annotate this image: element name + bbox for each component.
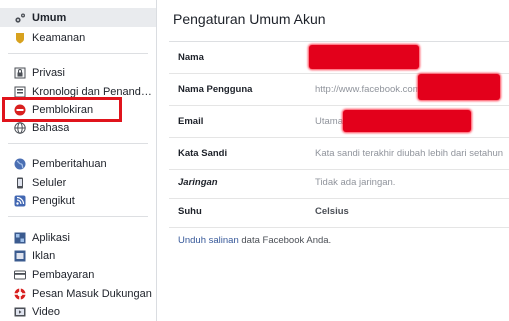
gear-icon (14, 12, 26, 24)
download-copy-link[interactable]: Unduh salinan (178, 235, 239, 246)
sidebar-item-keamanan[interactable]: Keamanan (0, 28, 156, 47)
row-label: Nama (178, 52, 204, 63)
sidebar-item-pesan-masuk-dukungan[interactable]: Pesan Masuk Dukungan (0, 284, 156, 303)
download-copy-text: data Facebook Anda. (238, 235, 332, 246)
shield-icon (14, 32, 26, 44)
ads-icon (14, 250, 26, 262)
sidebar-divider (8, 53, 148, 54)
sidebar-item-aplikasi[interactable]: Aplikasi (0, 228, 156, 247)
globe-icon (14, 121, 26, 134)
settings-row-email[interactable]: Email Utama: (169, 106, 509, 138)
sidebar-item-pembayaran[interactable]: Pembayaran (0, 265, 156, 284)
sidebar-item-privasi[interactable]: Privasi (0, 63, 156, 82)
sidebar-item-label: Pembayaran (32, 268, 95, 281)
row-label: Email (178, 116, 204, 127)
sidebar-item-seluler[interactable]: Seluler (0, 173, 156, 192)
settings-row-jaringan[interactable]: Jaringan Tidak ada jaringan. (169, 167, 509, 199)
sidebar-item-pengikut[interactable]: Pengikut (0, 191, 156, 210)
sidebar-item-label: Seluler (32, 176, 67, 189)
settings-row-suhu[interactable]: Suhu Celsius (169, 196, 509, 228)
settings-content: Pengaturan Umum Akun Nama Nama Pengguna … (157, 0, 509, 321)
video-icon (14, 306, 26, 318)
row-value: Tidak ada jaringan. (315, 177, 396, 188)
lifebuoy-icon (14, 288, 26, 300)
row-value: Celsius (315, 206, 349, 217)
row-label: Suhu (178, 206, 202, 217)
sidebar-item-label: Pemberitahuan (32, 157, 107, 170)
row-label: Nama Pengguna (178, 84, 253, 95)
notification-globe-icon (14, 158, 26, 170)
sidebar-item-label: Pesan Masuk Dukungan (32, 287, 152, 300)
settings-row-nama[interactable]: Nama (169, 42, 509, 74)
sidebar-item-label: Privasi (32, 66, 66, 79)
settings-sidebar: Umum Keamanan Privasi Kronologi dan Pena… (0, 0, 157, 321)
lock-icon (14, 67, 26, 79)
redaction-mark (343, 110, 471, 132)
sidebar-item-label: Umum (32, 11, 67, 24)
sidebar-divider (8, 143, 148, 144)
row-value: Kata sandi terakhir diubah lebih dari se… (315, 148, 504, 159)
sidebar-item-label: Bahasa (32, 121, 70, 134)
sidebar-item-umum[interactable]: Umum (0, 8, 156, 27)
redaction-mark (418, 74, 500, 100)
sidebar-item-label: Iklan (32, 249, 56, 262)
apps-icon (14, 232, 26, 244)
row-label: Kata Sandi (178, 148, 228, 159)
sidebar-item-label: Keamanan (32, 31, 86, 44)
sidebar-item-label: Aplikasi (32, 231, 70, 244)
sidebar-item-iklan[interactable]: Iklan (0, 246, 156, 265)
download-copy-note: Unduh salinan data Facebook Anda. (178, 235, 331, 246)
sidebar-item-label: Pengikut (32, 194, 75, 207)
sidebar-item-pemberitahuan[interactable]: Pemberitahuan (0, 154, 156, 173)
timeline-icon (14, 86, 26, 98)
page-title: Pengaturan Umum Akun (173, 11, 326, 27)
mobile-phone-icon (14, 177, 26, 189)
sidebar-divider (8, 216, 148, 217)
sidebar-item-label: Kronologi dan Penanda... (32, 85, 156, 98)
sidebar-item-label: Video (32, 305, 60, 318)
redaction-mark (309, 45, 419, 69)
payment-card-icon (14, 269, 26, 281)
settings-row-kata-sandi[interactable]: Kata Sandi Kata sandi terakhir diubah le… (169, 138, 509, 170)
pemblokiran-highlight-box (2, 97, 122, 122)
sidebar-item-video[interactable]: Video (0, 302, 156, 321)
rss-icon (14, 195, 26, 207)
row-label: Jaringan (178, 177, 218, 188)
settings-row-nama-pengguna[interactable]: Nama Pengguna http://www.facebook.com (169, 74, 509, 106)
